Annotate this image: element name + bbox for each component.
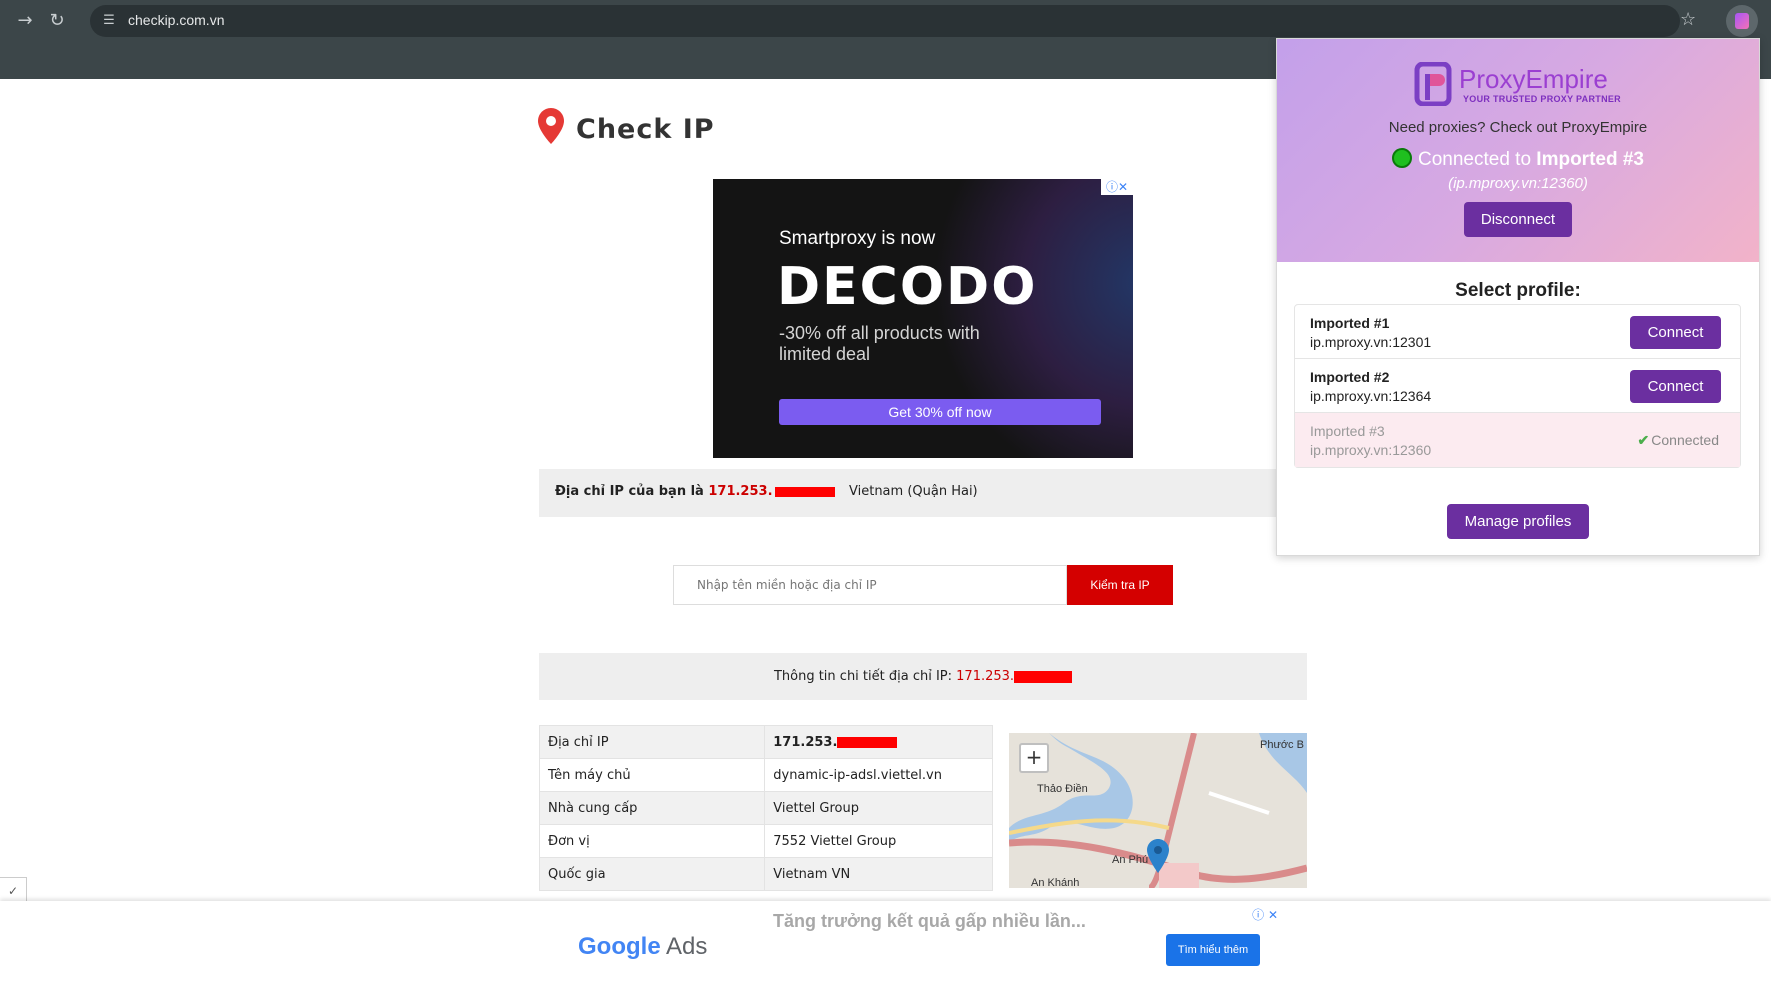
brand-tagline: YOUR TRUSTED PROXY PARTNER (1463, 94, 1621, 104)
table-row: Tên máy chủ dynamic-ip-adsl.viettel.vn (538, 758, 993, 792)
connect-button[interactable]: Connect (1630, 316, 1721, 349)
ip-detail-label: Thông tin chi tiết địa chỉ IP: 171.253. (539, 669, 1307, 684)
connected-profile: Imported #3 (1536, 149, 1644, 170)
profile-list: Imported #1 ip.mproxy.vn:12301 Connect I… (1294, 304, 1741, 468)
address-bar[interactable]: ☰ checkip.com.vn (90, 5, 1680, 37)
table-row: Quốc gia Vietnam VN (538, 857, 993, 891)
forward-button[interactable]: → (14, 10, 36, 32)
table-value: dynamic-ip-adsl.viettel.vn (764, 758, 993, 792)
cookie-settings-tab[interactable]: ✓ (0, 877, 27, 901)
connected-status: ✔ Connected (1638, 432, 1719, 449)
ip-detail-label-text: Thông tin chi tiết địa chỉ IP: (773, 669, 953, 684)
profile-item-active: Imported #3 ip.mproxy.vn:12360 ✔ Connecte… (1295, 413, 1740, 467)
table-value: 171.253. (764, 725, 993, 759)
star-icon[interactable]: ☆ (1680, 9, 1696, 30)
profile-host: ip.mproxy.vn:12360 (1310, 442, 1432, 458)
profile-name: Imported #1 (1310, 315, 1390, 331)
table-key: Địa chỉ IP (538, 725, 766, 759)
ad-line1: Smartproxy is now (779, 228, 936, 249)
ad-line2: -30% off all products with limited deal (779, 323, 980, 364)
redaction-bar (1014, 670, 1073, 683)
connect-button[interactable]: Connect (1630, 370, 1721, 403)
check-ip-button[interactable]: Kiểm tra IP (1067, 565, 1173, 605)
manage-profiles-button[interactable]: Manage profiles (1447, 504, 1589, 539)
map-pin-icon (538, 108, 564, 144)
your-ip-location: Vietnam (Quận Hai) (849, 484, 978, 499)
your-ip-label: Địa chỉ IP của bạn là 171.253. (555, 484, 835, 499)
disconnect-button[interactable]: Disconnect (1464, 202, 1572, 237)
connected-prefix: Connected to (1417, 149, 1532, 170)
ip-value: 171.253. (773, 734, 838, 750)
ad-banner-google[interactable]: Google Ads Tăng trưởng kết quả gấp nhiều… (0, 901, 1771, 984)
map-marker-icon[interactable] (1147, 839, 1169, 873)
connected-status-label: Connected (1651, 432, 1719, 448)
google-ads-logo: Google Ads (578, 933, 707, 961)
map-place-label: An Khánh (1031, 877, 1080, 888)
arrow-right-icon: → (17, 10, 33, 31)
ad-headline: Tăng trưởng kết quả gấp nhiều lần... (773, 911, 1086, 931)
ads-logo-text: Ads (666, 933, 708, 960)
table-row: Nhà cung cấp Viettel Group (538, 791, 993, 825)
promo-text: Need proxies? Check out ProxyEmpire (1388, 119, 1648, 136)
url-text[interactable]: checkip.com.vn (128, 12, 224, 28)
ad-choices-icon[interactable]: ⓘ✕ (1101, 179, 1133, 195)
ad-inner[interactable]: Google Ads Tăng trưởng kết quả gấp nhiều… (558, 906, 1286, 984)
redaction-bar (774, 486, 835, 497)
ad-brand: DECODO (777, 257, 1038, 317)
ad-learn-more-button[interactable]: Tìm hiểu thêm (1166, 934, 1260, 966)
map-zoom-in-button[interactable]: + (1019, 743, 1049, 773)
table-key: Đơn vị (538, 824, 766, 858)
profile-host: ip.mproxy.vn:12301 (1310, 334, 1432, 350)
connected-host: (ip.mproxy.vn:12360) (1448, 175, 1588, 192)
proxyempire-popup: ProxyEmpire YOUR TRUSTED PROXY PARTNER N… (1276, 38, 1760, 556)
popup-header: ProxyEmpire YOUR TRUSTED PROXY PARTNER N… (1277, 39, 1759, 262)
table-key: Tên máy chủ (538, 758, 766, 792)
your-ip-band: Địa chỉ IP của bạn là 171.253. Vietnam (… (539, 469, 1307, 517)
extension-button[interactable] (1726, 5, 1758, 37)
profile-name: Imported #2 (1310, 369, 1390, 385)
table-row: Đơn vị 7552 Viettel Group (538, 824, 993, 858)
table-row: Địa chỉ IP 171.253. (538, 725, 993, 759)
ip-search-input[interactable] (673, 565, 1067, 605)
table-key: Nhà cung cấp (538, 791, 766, 825)
site-info-icon[interactable]: ☰ (100, 12, 118, 30)
profile-item: Imported #2 ip.mproxy.vn:12364 Connect (1295, 359, 1740, 413)
ip-info-table: Địa chỉ IP 171.253. Tên máy chủ dynamic-… (538, 725, 993, 891)
check-icon: ✔ (1637, 432, 1650, 448)
proxyempire-extension-icon (1735, 13, 1749, 29)
ad-banner-decodo[interactable]: ⓘ✕ Smartproxy is now DECODO -30% off all… (713, 179, 1133, 458)
map-place-label: An Phú (1112, 854, 1149, 866)
browser-toolbar: → ↻ ☰ checkip.com.vn ☆ (0, 0, 1771, 42)
profile-name: Imported #3 (1310, 423, 1385, 439)
connection-status: Connected to Imported #3 (1277, 148, 1759, 171)
map-place-label: Thảo Điền (1037, 783, 1088, 795)
profile-host: ip.mproxy.vn:12364 (1310, 388, 1432, 404)
status-dot-icon (1391, 148, 1412, 168)
table-value: 7552 Viettel Group (764, 824, 993, 858)
redaction-bar (837, 736, 898, 748)
ip-detail-band: Thông tin chi tiết địa chỉ IP: 171.253. (539, 653, 1307, 700)
google-logo-text: Google (578, 933, 661, 960)
logo-text: Check IP (576, 114, 715, 145)
brand-name: ProxyEmpire (1459, 64, 1608, 94)
select-profile-title: Select profile: (1455, 280, 1581, 301)
ad-choices-icon[interactable]: ⓘ ✕ (1252, 906, 1278, 923)
table-key: Quốc gia (538, 857, 766, 891)
ad-cta-button[interactable]: Get 30% off now (779, 399, 1101, 425)
map-place-label: Phước B (1260, 739, 1304, 751)
profile-item: Imported #1 ip.mproxy.vn:12301 Connect (1295, 305, 1740, 359)
ip-detail-value: 171.253. (956, 669, 1015, 684)
your-ip-value: 171.253. (708, 484, 773, 499)
reload-button[interactable]: ↻ (46, 10, 68, 32)
table-value: Viettel Group (764, 791, 993, 825)
proxyempire-logo-icon (1414, 62, 1452, 106)
reload-icon: ↻ (49, 10, 65, 31)
location-map[interactable]: + Thảo Điền An Phú An Khánh Phước B (1009, 733, 1307, 888)
your-ip-label-text: Địa chỉ IP của bạn là (555, 484, 704, 499)
proxyempire-logo: ProxyEmpire YOUR TRUSTED PROXY PARTNER (1413, 62, 1623, 108)
table-value: Vietnam VN (764, 857, 993, 891)
